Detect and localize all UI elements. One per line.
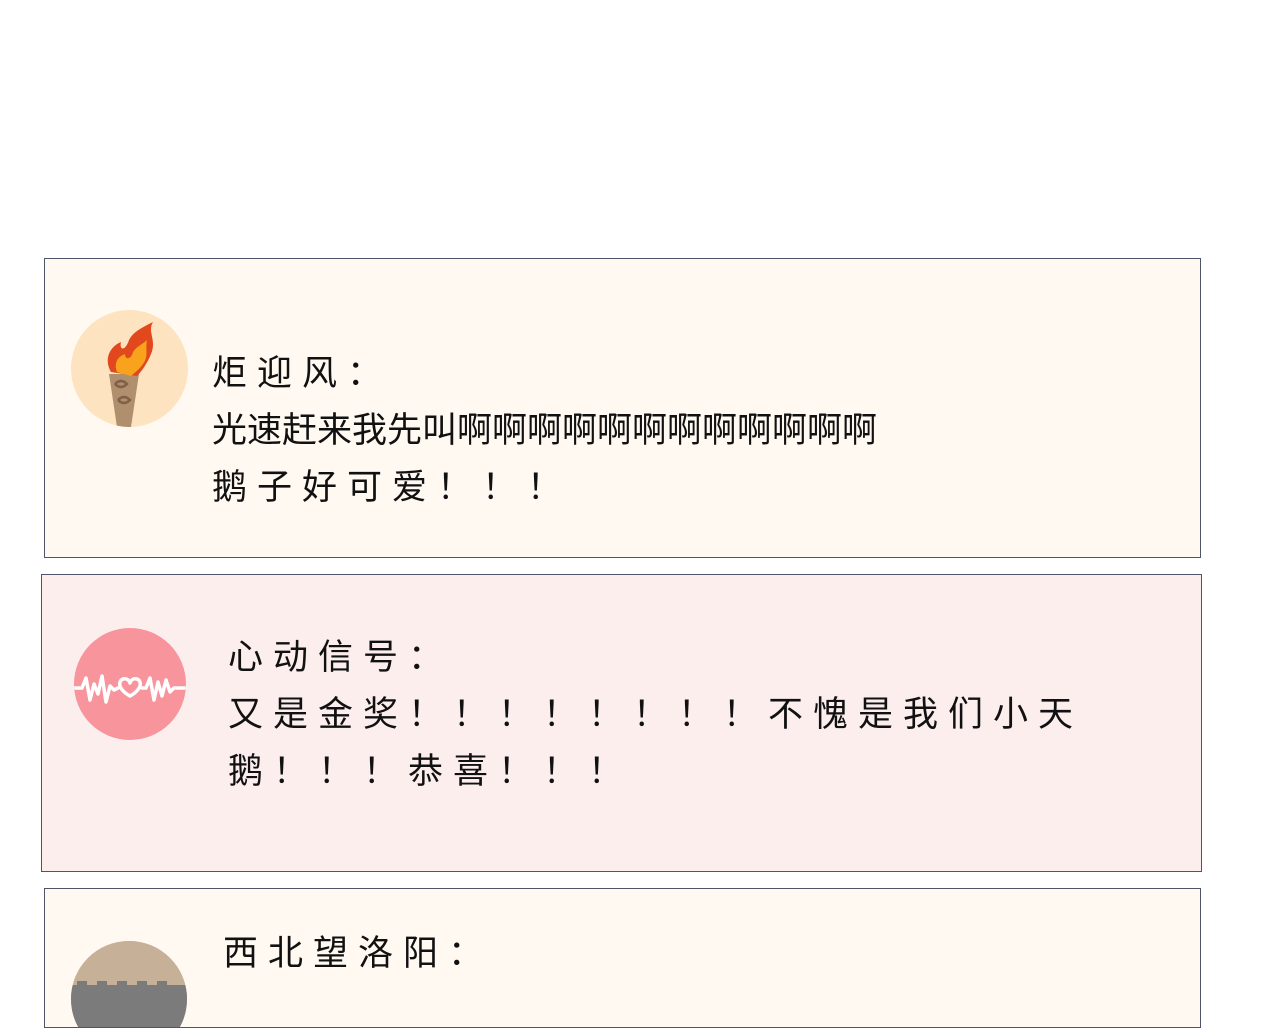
comment-card: 炬迎风： 光速赶来我先叫啊啊啊啊啊啊啊啊啊啊啊啊 鹅子好可爱！！！	[44, 258, 1201, 558]
username: 西北望洛阳：	[223, 934, 494, 974]
username: 心动信号：	[228, 638, 454, 678]
avatar	[74, 628, 186, 740]
comment-text: 光速赶来我先叫啊啊啊啊啊啊啊啊啊啊啊啊	[212, 411, 878, 451]
torch-icon	[107, 322, 153, 427]
comment-card: 西北望洛阳：	[44, 888, 1201, 1028]
username: 炬迎风：	[212, 354, 393, 394]
heartbeat-icon	[74, 674, 186, 704]
avatar	[71, 941, 187, 1027]
comment-card: 心动信号： 又是金奖！！！！！！！！不愧是我们小天 鹅！！！恭喜！！！	[41, 574, 1202, 872]
comment-text: 又是金奖！！！！！！！！不愧是我们小天	[228, 695, 1084, 735]
city-wall-icon	[71, 941, 187, 1027]
avatar	[71, 310, 188, 427]
comment-text: 鹅！！！恭喜！！！	[228, 752, 634, 792]
comment-text: 鹅子好可爱！！！	[212, 468, 573, 508]
